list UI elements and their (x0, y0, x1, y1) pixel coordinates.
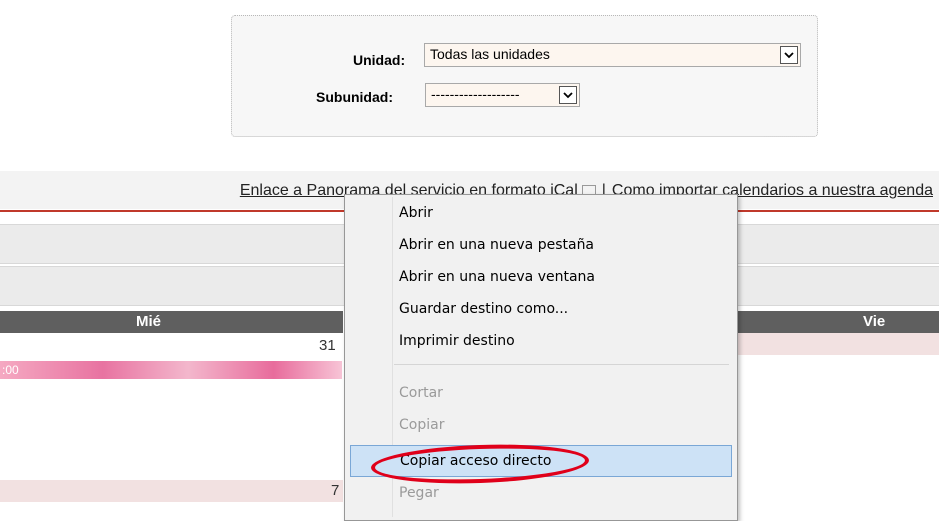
menu-item-abrir-nueva-pestana[interactable]: Abrir en una nueva pestaña (347, 232, 732, 260)
subunidad-label: Subunidad: (316, 89, 393, 105)
menu-item-abrir[interactable]: Abrir (347, 200, 732, 228)
subunidad-select[interactable]: ------------------- (425, 83, 580, 107)
menu-item-guardar-destino[interactable]: Guardar destino como... (347, 296, 732, 324)
menu-item-abrir-nueva-ventana[interactable]: Abrir en una nueva ventana (347, 264, 732, 292)
day-number: 7 (331, 482, 340, 499)
menu-item-label: Pegar (399, 485, 439, 501)
day-header-vie: Vie (733, 311, 939, 333)
chevron-down-icon[interactable] (559, 86, 577, 104)
unidad-select-value: Todas las unidades (430, 46, 550, 62)
day-number: 31 (319, 337, 336, 354)
subunidad-select-value: ------------------- (431, 86, 520, 102)
menu-item-pegar: Pegar (347, 480, 732, 508)
calendar-event[interactable]: :00 (0, 361, 342, 379)
menu-item-label: Guardar destino como... (399, 301, 569, 317)
menu-item-label: Abrir (399, 205, 433, 221)
event-time: :00 (2, 363, 19, 377)
menu-item-label: Abrir en una nueva pestaña (399, 237, 595, 253)
menu-item-imprimir-destino[interactable]: Imprimir destino (347, 328, 732, 356)
menu-item-label: Cortar (399, 385, 443, 401)
calendar-cell (733, 333, 939, 355)
unidad-select[interactable]: Todas las unidades (424, 43, 801, 67)
menu-item-label: Imprimir destino (399, 333, 515, 349)
day-header-mie: Mié (0, 311, 343, 333)
calendar-cell (0, 480, 343, 502)
menu-item-label: Copiar (399, 417, 445, 433)
unidad-label: Unidad: (353, 52, 406, 68)
menu-item-cortar: Cortar (347, 380, 732, 408)
chevron-down-icon[interactable] (780, 46, 798, 64)
day-header-label: Mié (136, 313, 162, 330)
menu-item-copiar: Copiar (347, 412, 732, 440)
menu-separator (394, 364, 729, 365)
menu-item-label: Abrir en una nueva ventana (399, 269, 595, 285)
day-header-label: Vie (863, 313, 886, 330)
filter-panel: Unidad: Todas las unidades Subunidad: --… (231, 15, 818, 137)
